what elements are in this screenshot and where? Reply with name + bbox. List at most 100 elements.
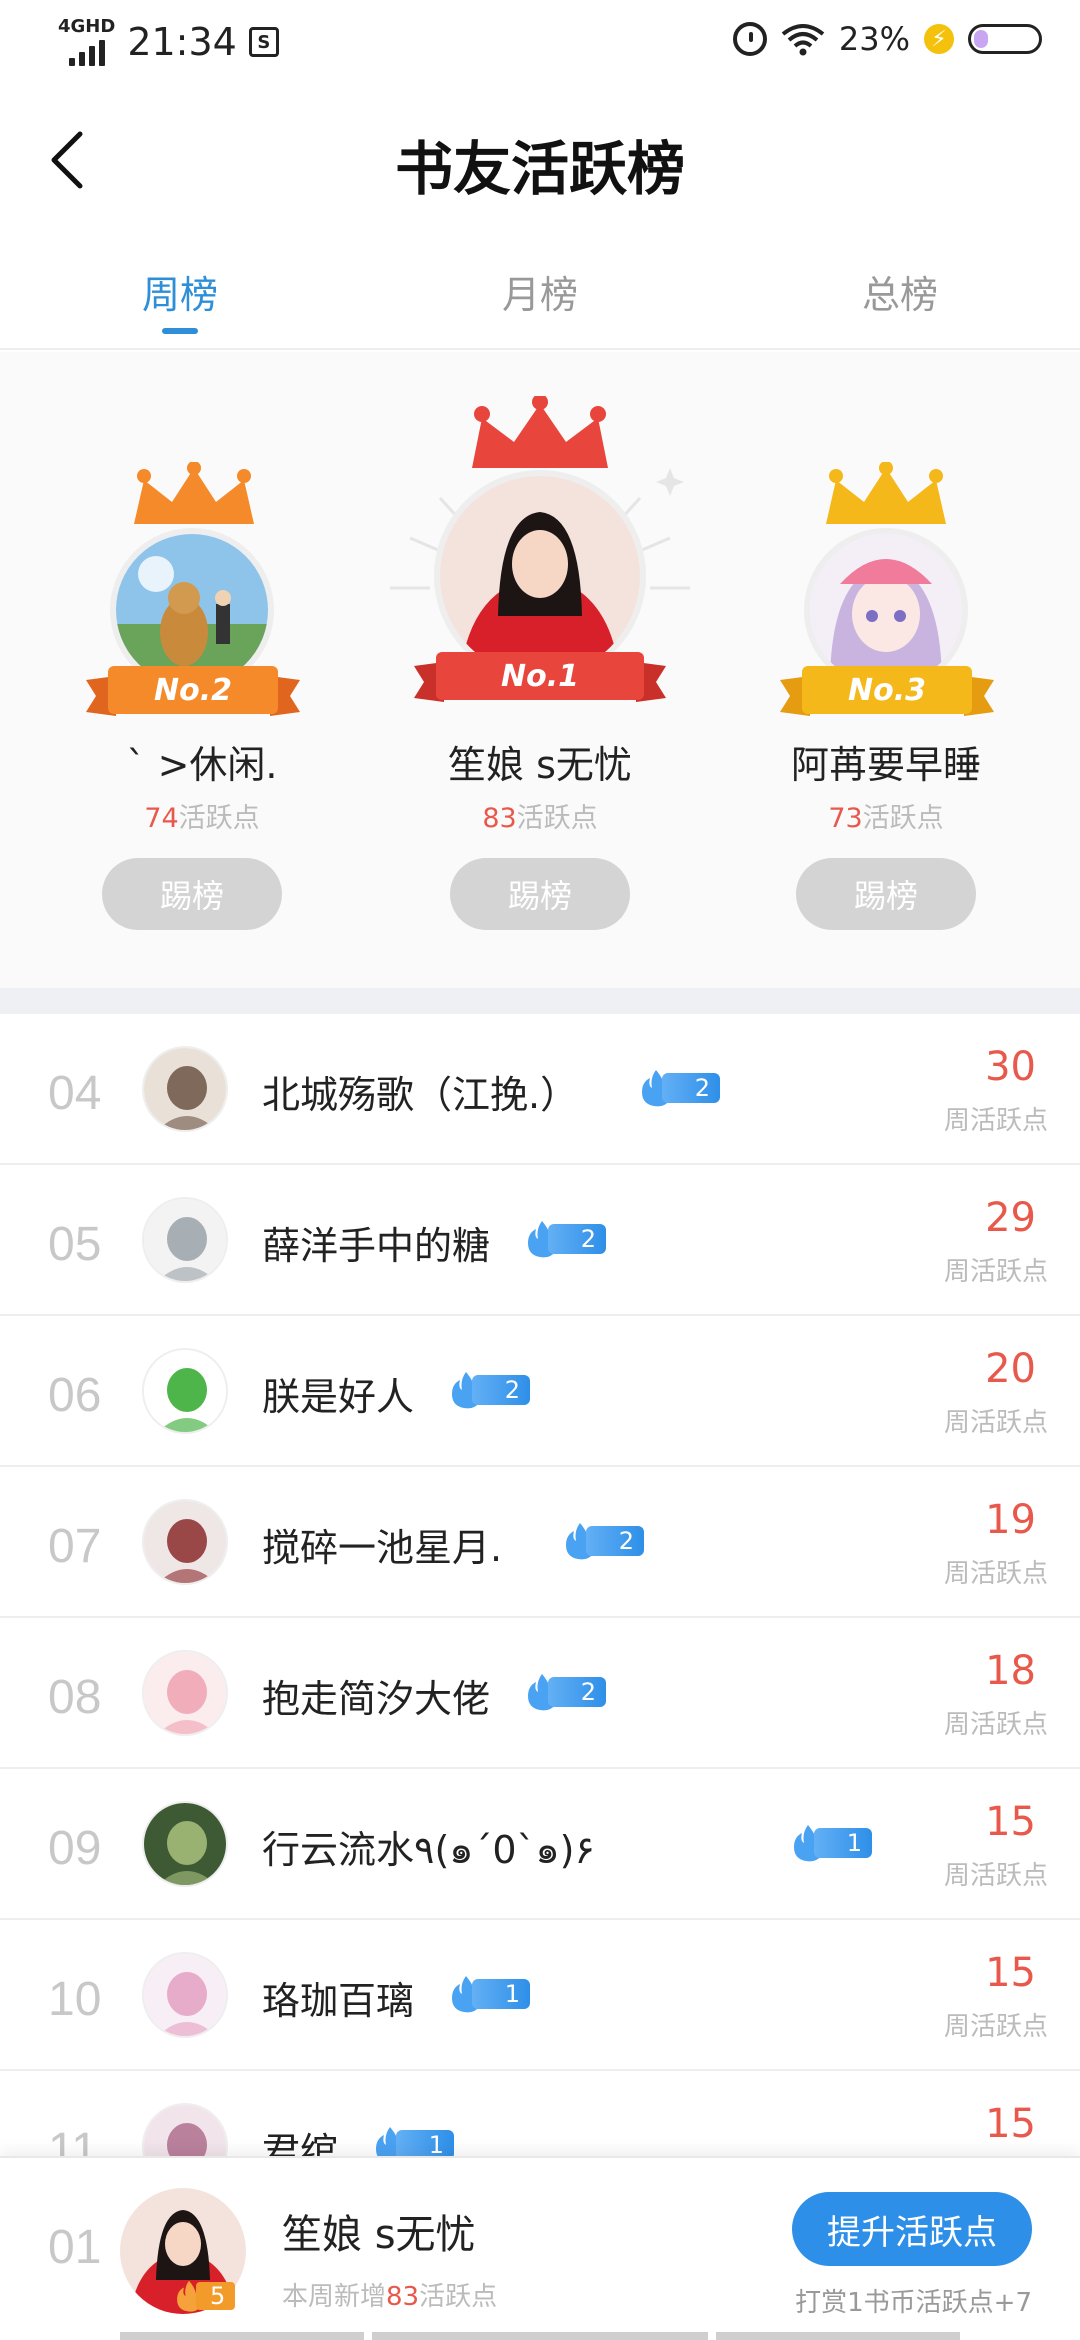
weekly-score: 29 [985,1195,1036,1241]
avatar[interactable] [434,470,646,682]
weekly-score: 19 [985,1497,1036,1543]
score-unit: 周活跃点 [943,2012,1048,2042]
user-name: 抱走简汐大佬 [262,1677,491,1721]
nav-indicator [120,2332,364,2340]
battery-percent: 23% [838,20,910,58]
status-time: 21:34 [127,20,237,64]
level-number: 2 [548,1224,606,1254]
list-item[interactable]: 05 薛洋手中的糖 2 29 周活跃点 [0,1165,1080,1316]
level-badge: 2 [522,1219,606,1259]
rank-ribbon: No.2 [86,666,300,718]
weekly-score: 15 [985,1950,1036,1996]
avatar[interactable] [142,1348,228,1434]
list-item[interactable]: 08 抱走简汐大佬 2 18 周活跃点 [0,1618,1080,1769]
list-item[interactable]: 04 北城殇歌（江挽.） 2 30 周活跃点 [0,1014,1080,1165]
score-unit: 周活跃点 [943,1408,1048,1438]
rank-number: 05 [48,1218,102,1271]
avatar[interactable] [142,1650,228,1736]
crown-icon [134,462,254,524]
user-name: 北城殇歌（江挽.） [262,1073,579,1117]
my-weekly-added: 本周新增83活跃点 [282,2282,498,2312]
podium-name: ˋ >休闲. [126,743,278,787]
weekly-score: 18 [985,1648,1036,1694]
kick-button[interactable]: 踢榜 [450,858,630,930]
signal-indicator: 4GHD [58,18,115,66]
boost-activity-button[interactable]: 提升活跃点 [792,2192,1032,2266]
rank-ribbon: No.1 [414,652,666,704]
level-badge: 2 [446,1370,530,1410]
level-badge: 1 [788,1823,872,1863]
status-left: 4GHD 21:34 S [58,18,279,66]
user-name: 行云流水٩(๑´0`๑)۶ [262,1828,595,1872]
crown-icon [826,462,946,524]
rank-ribbon: No.3 [780,666,994,718]
sim-icon: S [248,27,279,57]
avatar[interactable] [142,1952,228,2038]
level-number: 2 [472,1375,530,1405]
weekly-score: 15 [985,2101,1036,2147]
wifi-icon [781,24,825,56]
rank-label: No.3 [848,672,926,708]
rank-number: 08 [48,1671,102,1724]
level-badge: 2 [560,1521,644,1561]
top-three-podium: No.2 ˋ >休闲. 74活跃点 踢榜 No.1 笙娘 s无忧 83活跃点 踢… [0,352,1080,988]
user-name: 薛洋手中的糖 [262,1224,491,1268]
list-item[interactable]: 09 行云流水٩(๑´0`๑)۶ 1 15 周活跃点 [0,1769,1080,1920]
podium-name: 笙娘 s无忧 [448,743,632,787]
weekly-score: 30 [985,1044,1036,1090]
rank-label: No.2 [154,672,232,708]
network-type: 4GHD [58,16,116,37]
avatar[interactable] [142,1801,228,1887]
level-number: 2 [662,1073,720,1103]
my-rank-number: 01 [48,2221,102,2274]
weekly-score: 20 [985,1346,1036,1392]
tab-total[interactable]: 总榜 [720,234,1080,348]
my-name: 笙娘 s无忧 [282,2212,476,2258]
score-unit: 周活跃点 [943,1710,1048,1740]
user-name: 珞珈百璃 [262,1979,415,2023]
alarm-icon [732,22,767,56]
level-number: 2 [586,1526,644,1556]
level-badge: 2 [636,1068,720,1108]
score-unit: 周活跃点 [943,1559,1048,1589]
section-divider [0,988,1080,1014]
list-item[interactable]: 06 朕是好人 2 20 周活跃点 [0,1316,1080,1467]
kick-button[interactable]: 踢榜 [102,858,282,930]
my-level-badge: 5 [172,2280,250,2312]
podium-name: 阿苒要早睡 [790,743,981,787]
reward-hint: 打赏1书币活跃点+7 [795,2288,1032,2318]
charging-bolt-icon: ⚡ [924,24,954,54]
kick-button[interactable]: 踢榜 [796,858,976,930]
level-badge: 2 [522,1672,606,1712]
avatar[interactable] [142,1499,228,1585]
level-number: 1 [472,1979,530,2009]
nav-indicator [716,2332,960,2340]
weekly-score: 15 [985,1799,1036,1845]
rank-number: 04 [48,1067,102,1120]
rank-number: 07 [48,1520,102,1573]
score-unit: 周活跃点 [943,1257,1048,1287]
podium-points: 74活跃点 [144,803,260,834]
avatar[interactable] [142,1197,228,1283]
ranking-tabs: 周榜 月榜 总榜 [0,234,1080,350]
avatar[interactable] [142,1046,228,1132]
score-unit: 周活跃点 [943,1861,1048,1891]
user-name: 朕是好人 [262,1375,415,1419]
rank-number: 10 [48,1973,102,2026]
tab-monthly[interactable]: 月榜 [360,234,720,348]
nav-indicator [372,2332,708,2340]
user-name: 搅碎一池星月. [262,1526,503,1570]
app-header: 书友活跃榜 [0,84,1080,234]
podium-points: 83活跃点 [482,803,598,834]
list-item[interactable]: 10 珞珈百璃 1 15 周活跃点 [0,1920,1080,2071]
status-right: 23% ⚡ [732,20,1042,58]
list-item[interactable]: 07 搅碎一池星月. 2 19 周活跃点 [0,1467,1080,1618]
rank-list: 04 北城殇歌（江挽.） 2 30 周活跃点 05 薛洋手中的糖 2 29 周活跃点 06 朕是好人 2… [0,1014,1080,2222]
tab-weekly[interactable]: 周榜 [0,234,360,348]
status-bar: 4GHD 21:34 S 23% ⚡ [0,0,1080,84]
score-unit: 周活跃点 [943,1106,1048,1136]
my-rank-bar: 01 5 笙娘 s无忧 本周新增83活跃点 提升活跃点 打赏1书币活跃点+7 [0,2156,1080,2340]
level-badge: 1 [446,1974,530,2014]
podium-points: 73活跃点 [828,803,944,834]
signal-bars-icon [68,36,105,66]
